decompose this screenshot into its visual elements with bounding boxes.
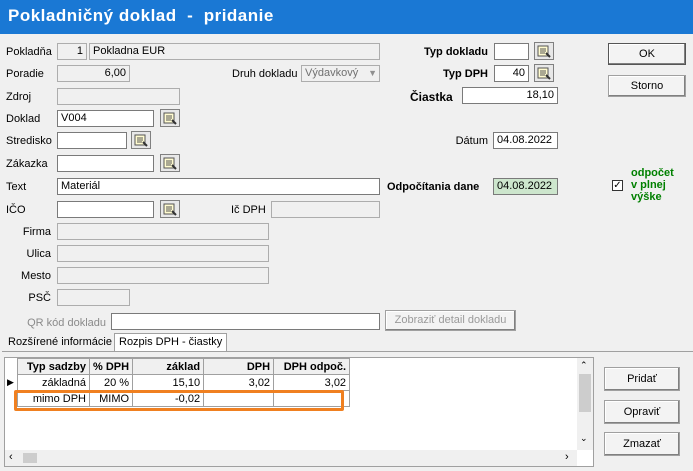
scroll-thumb[interactable]	[579, 374, 591, 412]
datum-field[interactable]: 04.08.2022	[493, 132, 558, 149]
ico-label: IČO	[6, 204, 26, 216]
scroll-right-icon[interactable]: ›	[565, 451, 569, 463]
zakazka-picker-icon[interactable]	[160, 154, 180, 172]
poradie-field[interactable]: 6,00	[57, 65, 130, 82]
vertical-scrollbar[interactable]: ⌃ ⌄	[577, 358, 593, 450]
ico-picker-icon[interactable]	[160, 200, 180, 218]
horizontal-scrollbar[interactable]: ‹ ›	[5, 450, 577, 466]
stredisko-picker-icon[interactable]	[131, 131, 151, 149]
druh-dokladu-value: Výdavkový	[305, 67, 359, 79]
mesto-field	[57, 267, 269, 284]
window-title: Pokladničný doklad - pridanie	[8, 6, 274, 25]
druh-dokladu-label: Druh dokladu	[232, 68, 298, 80]
cell-dph[interactable]: 3,02	[203, 374, 275, 391]
current-row-arrow-icon: ▶	[7, 377, 14, 387]
poradie-label: Poradie	[6, 68, 44, 80]
col-dph-odpoc[interactable]: DPH odpoč.	[273, 358, 351, 375]
tab-rozpis-dph[interactable]: Rozpis DPH - čiastky	[114, 333, 228, 351]
doklad-label: Doklad	[6, 113, 41, 125]
druh-dokladu-select[interactable]: Výdavkový ▼	[301, 65, 380, 82]
zdroj-label: Zdroj	[6, 91, 32, 103]
cell-dph-odpoc[interactable]: 3,02	[273, 374, 351, 391]
doklad-picker-icon[interactable]	[160, 109, 180, 127]
typ-dokladu-label: Typ dokladu	[424, 46, 488, 58]
text-label: Text	[6, 181, 27, 193]
chevron-down-icon: ▼	[368, 68, 377, 78]
typ-dph-label: Typ DPH	[442, 68, 488, 80]
ulica-label: Ulica	[26, 248, 51, 260]
cell-zaklad[interactable]: 15,10	[132, 374, 205, 391]
zakazka-label: Zákazka	[6, 158, 48, 170]
storno-button[interactable]: Storno	[608, 75, 686, 97]
pokladna-name-field: Pokladna EUR	[89, 43, 380, 60]
scroll-up-icon[interactable]: ⌃	[580, 360, 588, 371]
ok-button[interactable]: OK	[608, 43, 686, 65]
zmazat-button[interactable]: Zmazať	[604, 432, 680, 456]
qr-field[interactable]	[111, 313, 380, 330]
ic-dph-field	[271, 201, 380, 218]
scroll-left-icon[interactable]: ‹	[9, 451, 13, 463]
text-field[interactable]: Materiál	[57, 178, 380, 195]
col-typ-sadzby[interactable]: Typ sadzby	[17, 358, 90, 375]
pokladna-number-field: 1	[57, 43, 87, 60]
zobrazit-detail-button[interactable]: Zobraziť detail dokladu	[385, 310, 516, 331]
scroll-down-icon[interactable]: ⌄	[580, 433, 588, 444]
zakazka-field[interactable]	[57, 155, 154, 172]
pokladna-label: Pokladňa	[6, 46, 52, 58]
title-bar: Pokladničný doklad - pridanie	[0, 0, 693, 34]
typ-dph-picker-icon[interactable]	[534, 64, 554, 82]
typ-dph-field[interactable]: 40	[494, 65, 529, 82]
odpocitania-dane-label: Odpočítania dane	[387, 181, 480, 193]
typ-dokladu-field[interactable]	[494, 43, 529, 60]
odpocet-checkbox[interactable]: ✓	[612, 180, 623, 191]
stredisko-label: Stredisko	[6, 135, 52, 147]
typ-dokladu-picker-icon[interactable]	[534, 42, 554, 60]
odpocitania-dane-field[interactable]: 04.08.2022	[493, 178, 558, 195]
tab-rozsirene-informacie[interactable]: Rozšírené informácie	[4, 334, 116, 352]
mesto-label: Mesto	[21, 270, 51, 282]
row-highlight-box	[14, 390, 344, 411]
ico-field[interactable]	[57, 201, 154, 218]
cell-typ-sadzby[interactable]: základná	[17, 374, 90, 391]
tab-divider	[2, 351, 693, 352]
ulica-field	[57, 245, 269, 262]
cell-percent-dph[interactable]: 20 %	[88, 374, 134, 391]
doklad-field[interactable]: V004	[57, 110, 154, 127]
table-row[interactable]: základná 20 % 15,10 3,02 3,02	[17, 374, 351, 391]
firma-label: Firma	[22, 226, 51, 238]
ic-dph-label: Ič DPH	[231, 204, 266, 216]
odpocet-label: odpočet v plnej výške	[631, 167, 674, 203]
datum-label: Dátum	[455, 135, 488, 147]
opravit-button[interactable]: Opraviť	[604, 400, 680, 424]
col-percent-dph[interactable]: % DPH	[88, 358, 134, 375]
ciastka-field[interactable]: 18,10	[462, 87, 558, 104]
col-zaklad[interactable]: základ	[132, 358, 205, 375]
qr-label: QR kód dokladu	[27, 317, 106, 329]
zdroj-field	[57, 88, 180, 105]
ciastka-label: Čiastka	[410, 90, 453, 104]
stredisko-field[interactable]	[57, 132, 127, 149]
col-dph[interactable]: DPH	[203, 358, 275, 375]
pridat-button[interactable]: Pridať	[604, 367, 680, 391]
scroll-thumb-horizontal[interactable]	[23, 453, 37, 463]
psc-field	[57, 289, 130, 306]
psc-label: PSČ	[28, 292, 51, 304]
firma-field	[57, 223, 269, 240]
